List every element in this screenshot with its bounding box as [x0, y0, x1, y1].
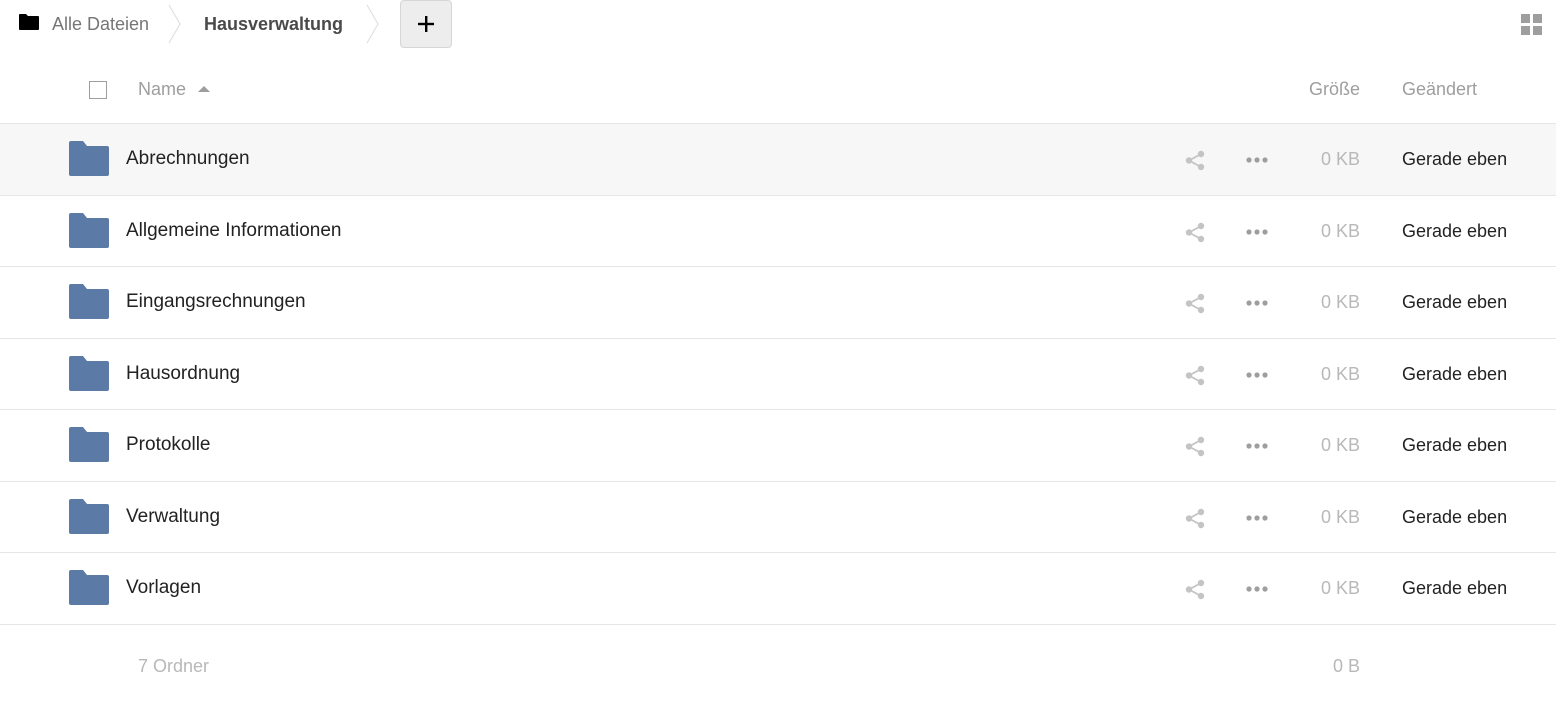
file-modified: Gerade eben — [1402, 578, 1508, 598]
share-icon[interactable] — [1185, 150, 1206, 171]
file-name[interactable]: Abrechnungen — [126, 147, 250, 171]
more-actions-icon[interactable] — [1246, 228, 1268, 236]
add-button[interactable] — [400, 0, 452, 48]
folder-icon — [69, 141, 109, 176]
file-row[interactable]: Eingangsrechnungen 0 KB Gerade eben — [0, 267, 1556, 339]
file-name[interactable]: Allgemeine Informationen — [126, 219, 341, 243]
column-header-modified[interactable]: Geändert — [1402, 77, 1477, 101]
share-icon[interactable] — [1185, 293, 1206, 314]
file-modified: Gerade eben — [1402, 149, 1508, 169]
file-size: 0 KB — [1320, 149, 1360, 169]
share-icon[interactable] — [1185, 222, 1206, 243]
folder-icon — [69, 498, 109, 534]
summary-count: 7 Ordner — [138, 656, 210, 676]
file-size: 0 KB — [1320, 506, 1360, 527]
folder-icon — [69, 570, 109, 605]
breadcrumb-bar: Alle Dateien Hausverwaltung — [0, 0, 1556, 50]
more-actions-icon[interactable] — [1246, 371, 1268, 379]
more-actions-icon[interactable] — [1246, 514, 1268, 522]
file-name[interactable]: Vorlagen — [126, 576, 201, 600]
file-size: 0 KB — [1320, 435, 1360, 455]
file-modified: Gerade eben — [1402, 435, 1508, 455]
file-name[interactable]: Verwaltung — [126, 505, 220, 529]
column-header-size[interactable]: Größe — [1309, 77, 1360, 101]
file-modified: Gerade eben — [1402, 220, 1508, 241]
share-icon[interactable] — [1185, 579, 1206, 600]
file-row[interactable]: Abrechnungen 0 KB Gerade eben — [0, 124, 1556, 196]
file-row[interactable]: Verwaltung 0 KB Gerade eben — [0, 482, 1556, 553]
share-icon[interactable] — [1185, 508, 1206, 529]
share-icon[interactable] — [1185, 436, 1206, 457]
file-row[interactable]: Hausordnung 0 KB Gerade eben — [0, 339, 1556, 410]
more-actions-icon[interactable] — [1246, 156, 1268, 164]
grid-view-icon[interactable] — [1521, 14, 1542, 35]
file-row[interactable]: Vorlagen 0 KB Gerade eben — [0, 553, 1556, 625]
plus-icon — [418, 16, 434, 32]
file-row[interactable]: Protokolle 0 KB Gerade eben — [0, 410, 1556, 482]
folder-icon — [69, 355, 109, 391]
file-modified: Gerade eben — [1402, 506, 1508, 527]
file-list-header: Name Größe Geändert — [0, 54, 1556, 124]
breadcrumb-current[interactable]: Hausverwaltung — [204, 12, 343, 36]
folder-icon — [69, 284, 109, 319]
file-name[interactable]: Protokolle — [126, 433, 211, 457]
breadcrumb-separator-icon — [168, 4, 181, 44]
breadcrumb-home[interactable]: Alle Dateien — [52, 12, 149, 36]
folder-home-icon[interactable] — [18, 12, 40, 32]
file-name[interactable]: Eingangsrechnungen — [126, 290, 306, 314]
summary-size: 0 B — [1332, 656, 1360, 676]
file-name[interactable]: Hausordnung — [126, 362, 240, 386]
sort-ascending-icon — [198, 86, 210, 92]
file-row[interactable]: Allgemeine Informationen 0 KB Gerade ebe… — [0, 196, 1556, 267]
file-list-summary: 7 Ordner 0 B — [0, 646, 1556, 686]
breadcrumb-separator-icon — [366, 4, 379, 44]
file-size: 0 KB — [1320, 220, 1360, 241]
folder-icon — [69, 427, 109, 462]
file-modified: Gerade eben — [1402, 292, 1508, 312]
folder-icon — [69, 212, 109, 248]
more-actions-icon[interactable] — [1246, 442, 1268, 450]
share-icon[interactable] — [1185, 365, 1206, 386]
file-list: Abrechnungen 0 KB Gerade eben Allgemeine… — [0, 124, 1556, 625]
file-size: 0 KB — [1320, 578, 1360, 598]
column-header-name[interactable]: Name — [138, 77, 186, 101]
file-modified: Gerade eben — [1402, 363, 1508, 384]
file-size: 0 KB — [1320, 363, 1360, 384]
more-actions-icon[interactable] — [1246, 299, 1268, 307]
more-actions-icon[interactable] — [1246, 585, 1268, 593]
file-size: 0 KB — [1320, 292, 1360, 312]
select-all-checkbox[interactable] — [89, 81, 107, 99]
